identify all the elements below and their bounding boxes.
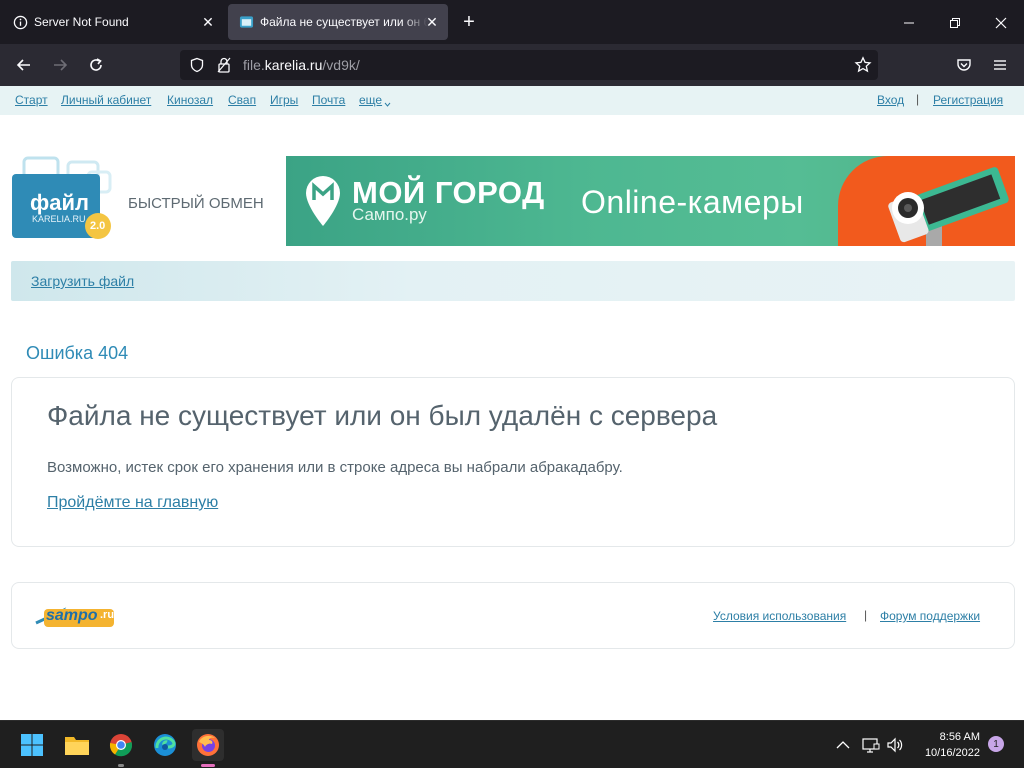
chrome-icon[interactable] bbox=[105, 729, 137, 767]
edge-icon[interactable] bbox=[149, 729, 181, 761]
close-window-icon[interactable] bbox=[990, 12, 1012, 34]
notification-badge[interactable]: 1 bbox=[988, 736, 1004, 752]
active-indicator bbox=[201, 764, 215, 767]
nav-link-more[interactable]: еще bbox=[359, 93, 382, 107]
back-icon[interactable] bbox=[11, 53, 37, 77]
nav-link-swap[interactable]: Свап bbox=[228, 93, 256, 107]
clock-time: 8:56 AM bbox=[939, 731, 980, 743]
reload-icon[interactable] bbox=[83, 53, 109, 77]
error-description: Возможно, истек срок его хранения или в … bbox=[47, 459, 623, 476]
running-indicator bbox=[118, 764, 124, 767]
bookmark-star-icon[interactable] bbox=[854, 56, 872, 79]
upload-file-link[interactable]: Загрузить файл bbox=[31, 273, 134, 289]
sampo-logo[interactable]: sampo .ru bbox=[32, 601, 132, 636]
nav-link-games[interactable]: Игры bbox=[270, 93, 298, 107]
close-tab-icon[interactable]: ✕ bbox=[424, 14, 440, 30]
nav-separator: | bbox=[916, 92, 920, 106]
nav-link-cabinet[interactable]: Личный кабинет bbox=[61, 93, 151, 107]
nav-link-cinema[interactable]: Кинозал bbox=[167, 93, 213, 107]
ad-banner[interactable]: МОЙ ГОРОД Сампо.ру Online-камеры bbox=[286, 156, 1015, 246]
nav-link-mail[interactable]: Почта bbox=[312, 93, 345, 107]
terms-link[interactable]: Условия использования bbox=[713, 609, 846, 623]
browser-tab-bar: Server Not Found ✕ Файла не существует и… bbox=[0, 0, 1024, 44]
home-link[interactable]: Пройдёмте на главную bbox=[47, 494, 218, 512]
error-code: Ошибка 404 bbox=[26, 343, 129, 363]
map-pin-icon bbox=[304, 174, 342, 233]
url-text[interactable]: file.karelia.ru/vd9k/ bbox=[243, 57, 360, 73]
page-icon bbox=[238, 14, 254, 30]
tab-title: Server Not Found bbox=[34, 15, 129, 29]
banner-brand-sub: Сампо.ру bbox=[352, 205, 427, 224]
network-icon[interactable] bbox=[861, 736, 881, 754]
volume-icon[interactable] bbox=[885, 736, 905, 754]
sampo-logo-suffix: .ru bbox=[100, 609, 115, 621]
error-title: Файла не существует или он был удалён с … bbox=[47, 400, 718, 431]
firefox-icon[interactable] bbox=[192, 729, 224, 767]
lock-icon[interactable] bbox=[217, 57, 231, 78]
register-link[interactable]: Регистрация bbox=[933, 93, 1003, 107]
error-panel: Файла не существует или он был удалён с … bbox=[11, 377, 1015, 547]
browser-nav-bar: file.karelia.ru/vd9k/ bbox=[0, 44, 1024, 86]
upload-bar: Загрузить файл bbox=[11, 261, 1015, 301]
file-explorer-icon[interactable] bbox=[61, 729, 93, 761]
forward-icon[interactable] bbox=[47, 53, 73, 77]
footer-separator: | bbox=[864, 608, 868, 622]
site-slogan: БЫСТРЫЙ ОБМЕН bbox=[128, 195, 264, 212]
tab-title: Файла не существует или он был удалён с … bbox=[260, 15, 428, 29]
logo-word: файл bbox=[30, 190, 89, 215]
site-footer: sampo .ru Условия использования | Форум … bbox=[11, 582, 1015, 649]
chevron-up-icon[interactable] bbox=[833, 736, 853, 754]
site-logo[interactable]: файл KARELIA.RU 2.0 bbox=[10, 152, 120, 242]
logo-domain: KARELIA.RU bbox=[32, 214, 86, 224]
close-tab-icon[interactable]: ✕ bbox=[200, 14, 216, 30]
site-top-nav: Старт Личный кабинет Кинозал Свап Игры П… bbox=[0, 86, 1024, 115]
nav-link-start[interactable]: Старт bbox=[15, 93, 48, 107]
menu-icon[interactable] bbox=[987, 53, 1013, 77]
minimize-icon[interactable] bbox=[898, 12, 920, 34]
tab-server-not-found[interactable]: Server Not Found ✕ bbox=[2, 4, 224, 40]
start-menu-icon[interactable] bbox=[16, 729, 48, 761]
restore-icon[interactable] bbox=[944, 12, 966, 34]
system-clock[interactable]: 8:56 AM 10/16/2022 bbox=[910, 729, 980, 761]
camera-icon bbox=[886, 160, 1011, 246]
banner-headline: Online-камеры bbox=[581, 184, 804, 220]
pocket-icon[interactable] bbox=[951, 53, 977, 77]
chevron-down-icon bbox=[384, 95, 391, 113]
info-icon bbox=[12, 14, 28, 30]
clock-date: 10/16/2022 bbox=[924, 747, 980, 759]
logo-version: 2.0 bbox=[90, 220, 106, 232]
shield-icon[interactable] bbox=[189, 57, 205, 78]
new-tab-button[interactable]: + bbox=[458, 12, 480, 34]
address-bar[interactable]: file.karelia.ru/vd9k/ bbox=[180, 50, 878, 80]
tab-file-deleted[interactable]: Файла не существует или он был удалён с … bbox=[228, 4, 448, 40]
sampo-logo-text: sampo bbox=[46, 607, 98, 624]
support-forum-link[interactable]: Форум поддержки bbox=[880, 609, 980, 623]
login-link[interactable]: Вход bbox=[877, 93, 904, 107]
taskbar: 8:56 AM 10/16/2022 bbox=[0, 720, 1024, 768]
